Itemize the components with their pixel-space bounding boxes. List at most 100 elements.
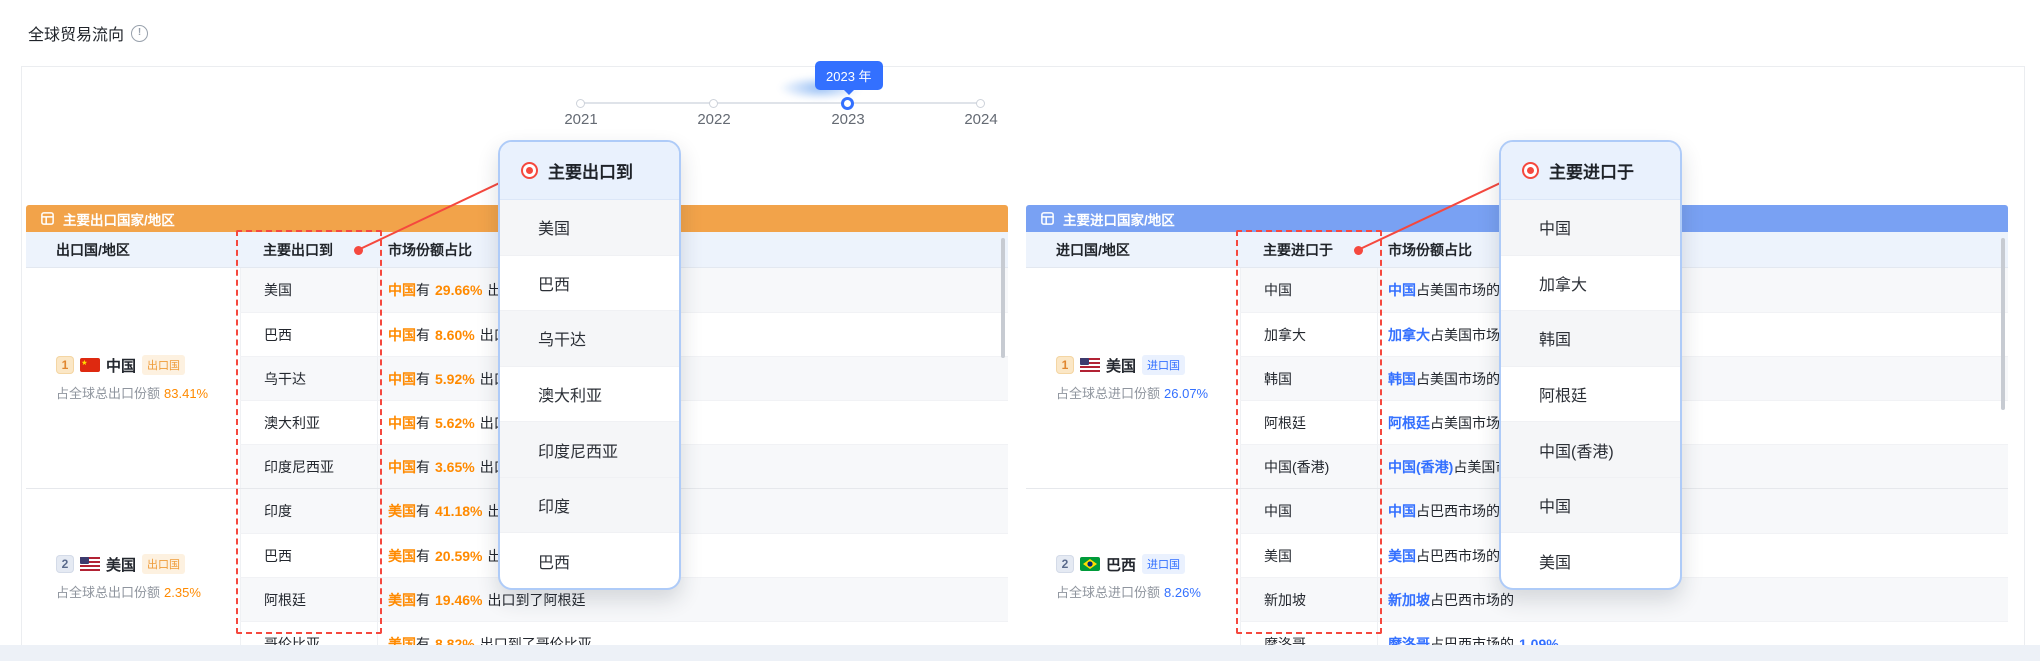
share-country: 美国	[388, 590, 416, 610]
share-cell: 中国有5.92%出口到了乌干达	[378, 357, 1008, 400]
share-mid: 有	[416, 590, 430, 610]
export-table-title: 主要出口国家/地区	[63, 209, 175, 229]
year-label-2021[interactable]: 2021	[541, 111, 621, 128]
popup-item[interactable]: 巴西	[500, 532, 679, 588]
share-cell: 美国有20.59%出口到了巴西	[378, 534, 1008, 577]
popup-item[interactable]: 中国(香港)	[1501, 421, 1680, 477]
popup-item[interactable]: 中国	[1501, 200, 1680, 255]
share-mid: 有	[416, 280, 430, 300]
share-country: 新加坡	[1388, 590, 1430, 610]
year-label-2023[interactable]: 2023	[808, 111, 888, 128]
popup-item[interactable]: 印度尼西亚	[500, 421, 679, 477]
page-title: 全球贸易流向 !	[28, 21, 148, 45]
year-label-2022[interactable]: 2022	[674, 111, 754, 128]
share-country: 中国	[388, 325, 416, 345]
share-cell: 新加坡占巴西市场的	[1378, 578, 2008, 621]
share-cell: 阿根廷占美国市场的	[1378, 401, 2008, 444]
country-name: 巴西	[1106, 554, 1136, 575]
share-pct: 5.92%	[435, 371, 475, 387]
share-country: 韩国	[1388, 369, 1416, 389]
trade-flow-page: 全球贸易流向 ! 2021 2022 2023 2024 2023 年 主要出口…	[0, 0, 2040, 661]
page-header: 全球贸易流向 !	[0, 0, 2040, 66]
share-pct: 5.62%	[435, 415, 475, 431]
flag-icon-us	[1080, 358, 1100, 372]
export-popup-header: 主要出口到	[500, 142, 679, 200]
export-popup-title: 主要出口到	[548, 158, 633, 183]
flag-icon-cn	[80, 358, 100, 372]
col-market-share: 市场份额占比	[1378, 240, 2008, 260]
popup-item[interactable]: 韩国	[1501, 310, 1680, 366]
share-mid: 有	[416, 457, 430, 477]
target-dot-icon	[521, 162, 538, 179]
info-icon[interactable]: !	[131, 25, 148, 42]
import-from-popup: 主要进口于 中国加拿大韩国阿根廷中国(香港)中国美国	[1499, 140, 1682, 590]
year-label-2024[interactable]: 2024	[941, 111, 1021, 128]
popup-item[interactable]: 印度	[500, 477, 679, 533]
share-cell: 美国有8.82%出口到了哥伦比亚	[378, 622, 1008, 645]
share-country: 加拿大	[1388, 325, 1430, 345]
global-share-text: 占全球总出口份额2.35%	[56, 582, 240, 601]
share-pct: 20.59%	[435, 548, 482, 564]
year-dot-2024[interactable]	[976, 99, 985, 108]
import-table-scrollbar[interactable]	[2001, 238, 2005, 410]
share-cell: 中国有3.65%出口到了印度尼西亚	[378, 445, 1008, 488]
share-cell: 中国占美国市场的	[1378, 268, 2008, 312]
country-role-tag: 出口国	[142, 554, 185, 574]
page-title-text: 全球贸易流向	[28, 21, 124, 45]
year-dot-2022[interactable]	[709, 99, 718, 108]
export-to-popup: 主要出口到 美国巴西乌干达澳大利亚印度尼西亚印度巴西	[498, 140, 681, 590]
popup-item[interactable]: 加拿大	[1501, 255, 1680, 311]
popup-item[interactable]: 阿根廷	[1501, 366, 1680, 422]
share-country: 美国	[388, 634, 416, 646]
flag-icon-us	[80, 557, 100, 571]
share-country: 中国	[388, 413, 416, 433]
import-from-column-highlight	[1236, 230, 1382, 634]
share-mid: 占巴西市场的	[1416, 546, 1500, 566]
year-dot-2023-active[interactable]	[841, 97, 854, 110]
share-mid: 有	[416, 369, 430, 389]
country-cell: 1美国进口国占全球总进口份额26.07%	[1026, 268, 1240, 488]
col-exporter: 出口国/地区	[26, 240, 240, 260]
popup-item[interactable]: 美国	[1501, 532, 1680, 588]
popup-item[interactable]: 巴西	[500, 255, 679, 311]
share-country: 中国	[1388, 501, 1416, 521]
popup-item[interactable]: 中国	[1501, 477, 1680, 533]
import-table-title: 主要进口国家/地区	[1063, 209, 1175, 229]
share-country: 中国	[1388, 280, 1416, 300]
popup-item[interactable]: 乌干达	[500, 310, 679, 366]
country-name: 美国	[1106, 355, 1136, 376]
share-country: 美国	[388, 501, 416, 521]
share-country: 阿根廷	[1388, 413, 1430, 433]
year-slider-track[interactable]	[581, 102, 981, 104]
global-share-pct: 26.07%	[1164, 386, 1208, 401]
share-mid: 占美国市场的	[1416, 369, 1500, 389]
share-pct: 3.65%	[435, 459, 475, 475]
flag-icon-br	[1080, 557, 1100, 571]
share-mid: 有	[416, 546, 430, 566]
col-market-share: 市场份额占比	[378, 240, 1008, 260]
share-mid: 占巴西市场的	[1430, 590, 1514, 610]
import-popup-header: 主要进口于	[1501, 142, 1680, 200]
page-bottom-strip	[0, 645, 2040, 661]
share-cell: 中国有5.62%出口到了澳大利亚	[378, 401, 1008, 444]
share-pct: 41.18%	[435, 503, 482, 519]
popup-item[interactable]: 澳大利亚	[500, 366, 679, 422]
share-mid: 占美国市场的	[1416, 280, 1500, 300]
rank-badge: 2	[56, 555, 74, 573]
col-importer: 进口国/地区	[1026, 240, 1240, 260]
global-share-text: 占全球总进口份额8.26%	[1056, 582, 1240, 601]
share-cell: 中国有29.66%出口到了美国	[378, 268, 1008, 312]
popup-item[interactable]: 美国	[500, 200, 679, 255]
table-icon	[40, 211, 55, 226]
country-cell: 1中国出口国占全球总出口份额83.41%	[26, 268, 240, 488]
global-share-text: 占全球总进口份额26.07%	[1056, 383, 1240, 402]
year-dot-2021[interactable]	[576, 99, 585, 108]
share-pct: 8.60%	[435, 327, 475, 343]
export-table-scrollbar[interactable]	[1001, 238, 1005, 358]
share-country: 中国	[388, 280, 416, 300]
country-role-tag: 进口国	[1142, 355, 1185, 375]
rank-badge: 1	[56, 356, 74, 374]
import-column-anchor-dot	[1354, 246, 1363, 255]
share-pct: 8.82%	[435, 636, 475, 646]
country-role-tag: 出口国	[142, 355, 185, 375]
